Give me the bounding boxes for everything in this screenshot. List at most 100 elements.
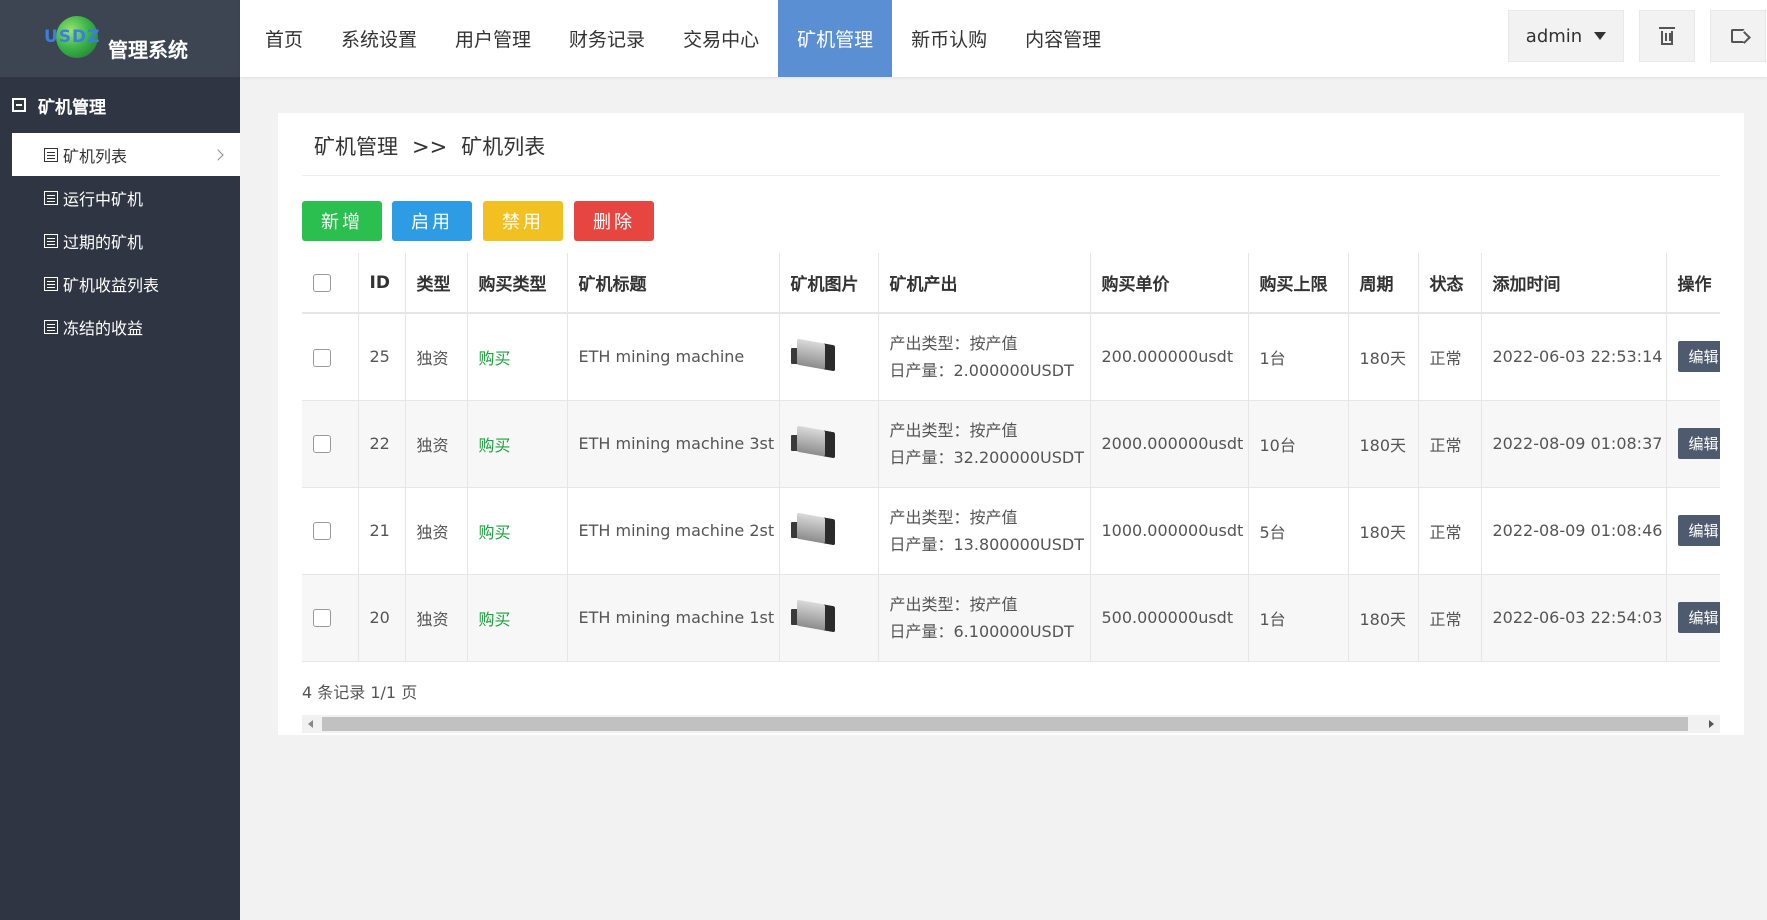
breadcrumb-separator: >> xyxy=(412,135,448,159)
select-all-cell xyxy=(302,253,359,314)
column-header-type[interactable]: 类型 xyxy=(405,253,468,314)
horizontal-scrollbar[interactable] xyxy=(302,715,1720,733)
sidebar: USDZ 管理系统 矿机管理 矿机列表 运行中矿机 过期的矿机 矿机收益列表 冻… xyxy=(0,0,240,920)
output-daily: 日产量：6.100000USDT xyxy=(889,621,1074,641)
sidebar-item-running-miners[interactable]: 运行中矿机 xyxy=(0,176,240,219)
miner-table: ID 类型 购买类型 矿机标题 矿机图片 矿机产出 购买单价 购买上限 周期 状… xyxy=(302,253,1720,662)
delete-button[interactable]: 删除 xyxy=(574,201,654,241)
nav-user-management[interactable]: 用户管理 xyxy=(436,0,550,77)
column-header-add-time[interactable]: 添加时间 xyxy=(1481,253,1667,314)
cell-status: 正常 xyxy=(1418,487,1482,575)
row-select-cell xyxy=(302,313,359,401)
nav-system-settings[interactable]: 系统设置 xyxy=(322,0,436,77)
logout-button[interactable] xyxy=(1710,10,1766,62)
enable-button[interactable]: 启用 xyxy=(392,201,472,241)
column-header-price[interactable]: 购买单价 xyxy=(1090,253,1249,314)
cell-limit: 1台 xyxy=(1248,313,1349,401)
column-header-output[interactable]: 矿机产出 xyxy=(878,253,1091,314)
pagination-summary: 4 条记录 1/1 页 xyxy=(302,683,418,702)
scroll-thumb[interactable] xyxy=(322,717,1688,731)
sidebar-item-expired-miners[interactable]: 过期的矿机 xyxy=(0,219,240,262)
row-checkbox[interactable] xyxy=(313,435,331,454)
cell-price: 500.000000usdt xyxy=(1090,574,1249,662)
sidebar-item-frozen-earnings[interactable]: 冻结的收益 xyxy=(0,305,240,348)
nav-finance-records[interactable]: 财务记录 xyxy=(550,0,664,77)
scroll-left-icon[interactable] xyxy=(308,720,313,728)
column-header-actions: 操作 xyxy=(1666,253,1720,314)
cell-price: 200.000000usdt xyxy=(1090,313,1249,401)
cell-title: ETH mining machine 3st xyxy=(567,400,780,488)
sidebar-group-miner[interactable]: 矿机管理 xyxy=(0,77,240,133)
output-type: 产出类型：按产值 xyxy=(889,420,1018,440)
sidebar-item-miner-earnings[interactable]: 矿机收益列表 xyxy=(0,262,240,305)
cell-id: 21 xyxy=(358,487,406,575)
select-all-checkbox[interactable] xyxy=(313,273,331,292)
list-icon xyxy=(44,319,58,334)
logout-icon xyxy=(1731,29,1745,43)
cell-title: ETH mining machine xyxy=(567,313,780,401)
edit-button[interactable]: 编辑 xyxy=(1677,602,1720,633)
cell-actions: 编辑 xyxy=(1666,574,1720,662)
breadcrumb-parent[interactable]: 矿机管理 xyxy=(314,135,398,159)
cell-limit: 10台 xyxy=(1248,400,1349,488)
row-checkbox[interactable] xyxy=(313,609,331,628)
column-header-buy-type[interactable]: 购买类型 xyxy=(467,253,568,314)
column-header-image[interactable]: 矿机图片 xyxy=(779,253,879,314)
row-checkbox[interactable] xyxy=(313,522,331,541)
column-header-title[interactable]: 矿机标题 xyxy=(567,253,780,314)
globe-icon: USDZ xyxy=(44,14,106,64)
sidebar-item-label: 运行中矿机 xyxy=(63,189,144,209)
nav-content-management[interactable]: 内容管理 xyxy=(1006,0,1120,77)
nav-trade-center[interactable]: 交易中心 xyxy=(664,0,778,77)
sidebar-item-label: 矿机列表 xyxy=(63,146,128,166)
cell-type: 独资 xyxy=(405,574,468,662)
miner-image[interactable] xyxy=(790,597,837,635)
sidebar-item-label: 冻结的收益 xyxy=(63,318,144,338)
row-select-cell xyxy=(302,400,359,488)
miner-image[interactable] xyxy=(790,336,837,374)
edit-button[interactable]: 编辑 xyxy=(1677,428,1720,459)
cell-price: 2000.000000usdt xyxy=(1090,400,1249,488)
nav-home[interactable]: 首页 xyxy=(246,0,322,77)
edit-button[interactable]: 编辑 xyxy=(1677,341,1720,373)
scroll-right-icon[interactable] xyxy=(1709,720,1714,728)
disable-button[interactable]: 禁用 xyxy=(483,201,563,241)
logo-title: 管理系统 xyxy=(108,38,188,62)
clear-cache-button[interactable] xyxy=(1639,10,1695,62)
top-nav-bar: 首页 系统设置 用户管理 财务记录 交易中心 矿机管理 新币认购 内容管理 ad… xyxy=(240,0,1767,77)
cell-image xyxy=(779,487,879,575)
nav-miner-management[interactable]: 矿机管理 xyxy=(778,0,893,77)
table-header-row: ID 类型 购买类型 矿机标题 矿机图片 矿机产出 购买单价 购买上限 周期 状… xyxy=(302,253,1720,314)
output-daily: 日产量：2.000000USDT xyxy=(889,360,1074,380)
miner-image[interactable] xyxy=(790,423,837,461)
sidebar-item-label: 矿机收益列表 xyxy=(63,275,160,295)
column-header-limit[interactable]: 购买上限 xyxy=(1248,253,1349,314)
list-icon xyxy=(44,190,58,205)
logo-letters: USDZ xyxy=(44,26,101,47)
cell-type: 独资 xyxy=(405,400,468,488)
sidebar-item-miner-list[interactable]: 矿机列表 xyxy=(12,133,240,176)
cell-id: 22 xyxy=(358,400,406,488)
output-type: 产出类型：按产值 xyxy=(889,333,1018,353)
cell-cycle: 180天 xyxy=(1348,313,1419,401)
column-header-id[interactable]: ID xyxy=(358,253,406,314)
miner-image[interactable] xyxy=(790,510,837,548)
add-button[interactable]: 新增 xyxy=(302,201,382,241)
sidebar-item-label: 过期的矿机 xyxy=(63,232,144,252)
collapse-icon[interactable] xyxy=(12,98,26,112)
cell-add-time: 2022-06-03 22:53:14 xyxy=(1481,313,1667,401)
cell-output: 产出类型：按产值 日产量：13.800000USDT xyxy=(878,487,1091,575)
edit-button[interactable]: 编辑 xyxy=(1677,515,1720,546)
user-menu-button[interactable]: admin xyxy=(1508,10,1624,62)
nav-new-coin-subscription[interactable]: 新币认购 xyxy=(892,0,1006,77)
cell-add-time: 2022-08-09 01:08:46 xyxy=(1481,487,1667,575)
cell-id: 25 xyxy=(358,313,406,401)
column-header-cycle[interactable]: 周期 xyxy=(1348,253,1419,314)
list-icon xyxy=(44,276,58,291)
row-checkbox[interactable] xyxy=(313,348,331,367)
column-header-status[interactable]: 状态 xyxy=(1418,253,1482,314)
cell-image xyxy=(779,313,879,401)
cell-status: 正常 xyxy=(1418,574,1482,662)
cell-buy-type: 购买 xyxy=(467,400,568,488)
cell-output: 产出类型：按产值 日产量：6.100000USDT xyxy=(878,574,1091,662)
